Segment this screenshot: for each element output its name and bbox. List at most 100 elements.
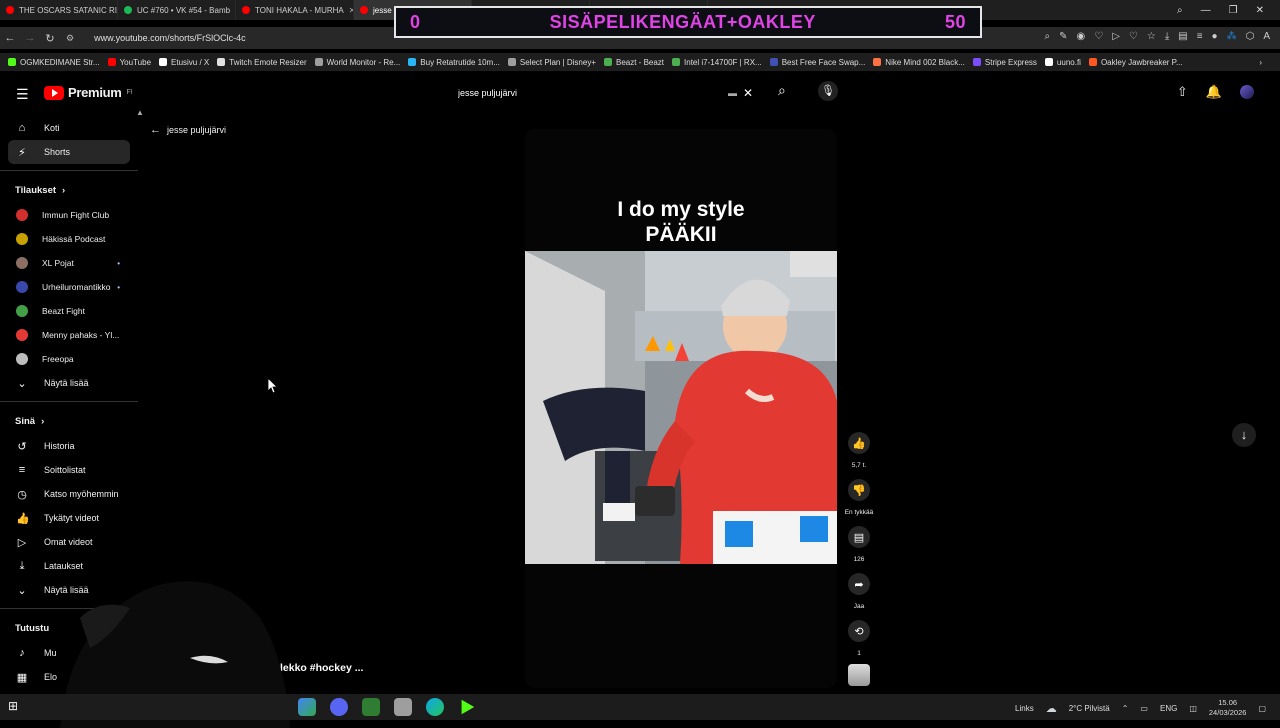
bookmark-item[interactable]: Twitch Emote Resizer: [217, 58, 307, 67]
notifications-tray-icon[interactable]: ▢: [1258, 704, 1266, 713]
bookmark-item[interactable]: YouTube: [107, 58, 151, 67]
profile-icon[interactable]: ●: [1212, 31, 1218, 42]
links-toolbar[interactable]: Links: [1015, 704, 1034, 713]
subscriptions-heading[interactable]: Tilaukset ›: [0, 177, 138, 203]
youtube-premium-logo[interactable]: Premium FI: [44, 85, 133, 100]
kick-icon[interactable]: [461, 699, 475, 715]
ai-icon[interactable]: A: [1263, 31, 1270, 42]
notifications-icon[interactable]: 🔔: [1206, 84, 1222, 100]
app-icon[interactable]: [394, 698, 412, 716]
show-more-subscriptions[interactable]: ⌄ Näytä lisää: [0, 371, 138, 395]
subscription-item[interactable]: Freeopa: [0, 347, 138, 371]
search-input[interactable]: [448, 82, 728, 104]
downloads-icon[interactable]: ⤓: [1165, 31, 1169, 42]
comments-button[interactable]: ▤ 126: [848, 526, 870, 563]
minimize-icon[interactable]: —: [1201, 5, 1211, 16]
zoom-icon[interactable]: ⌕: [1044, 31, 1050, 42]
logo-country: FI: [126, 89, 133, 96]
you-heading[interactable]: Sinä ›: [0, 408, 138, 434]
network-icon[interactable]: ◫: [1189, 704, 1197, 713]
browser-tab[interactable]: THE OSCARS SATANIC RIT✕: [0, 0, 118, 20]
edge-icon[interactable]: [426, 698, 444, 716]
window-controls: ⌕ — ❐ ✕: [1177, 0, 1280, 20]
sidebar-item-home[interactable]: ⌂ Koti: [0, 116, 138, 140]
clear-search-icon[interactable]: ✕: [743, 86, 753, 100]
browser-tab[interactable]: TONI HAKALA - MURHA✕: [236, 0, 354, 20]
bookmark-item[interactable]: Stripe Express: [972, 58, 1037, 67]
puzzle-icon[interactable]: ⬡: [1246, 31, 1255, 42]
bookmark-item[interactable]: Intel i7-14700F | RX...: [672, 58, 762, 67]
video-frame[interactable]: [525, 251, 837, 564]
short-title-overlay[interactable]: lekko #hockey ...: [280, 662, 363, 674]
upload-icon[interactable]: ⇧: [1177, 84, 1188, 100]
sidebar-item-history[interactable]: ↺ Historia: [0, 434, 138, 458]
back-to-search[interactable]: ← jesse puljujärvi: [150, 124, 226, 136]
bookmark-item[interactable]: Etusivu / X: [159, 58, 209, 67]
bookmark-icon[interactable]: ☆: [1147, 31, 1156, 42]
avatar[interactable]: [1240, 85, 1254, 99]
sidebar-item-playlists[interactable]: ≡ Soittolistat: [0, 458, 138, 482]
back-nav-icon[interactable]: ←: [0, 32, 20, 44]
remix-button[interactable]: ⟲ 1: [848, 620, 870, 657]
forward-nav-icon[interactable]: →: [20, 32, 40, 44]
bookmark-item[interactable]: Beazt - Beazt: [604, 58, 664, 67]
browser-tab[interactable]: UC #760 • VK #54 - Bamb✕: [118, 0, 236, 20]
sidebar-item-shorts[interactable]: ⚡ Shorts: [8, 140, 130, 164]
subscription-item[interactable]: Beazt Fight: [0, 299, 138, 323]
subscription-item[interactable]: Immun Fight Club: [0, 203, 138, 227]
sidebar-item-download[interactable]: ⤓ Lataukset: [0, 554, 138, 578]
bookmark-item[interactable]: Select Plan | Disney+: [507, 58, 596, 67]
app-icon[interactable]: [362, 698, 380, 716]
menu-icon[interactable]: ≡: [1197, 31, 1203, 42]
bookmark-item[interactable]: Nike Mind 002 Black...: [873, 58, 965, 67]
edit-icon[interactable]: ✎: [1059, 31, 1067, 42]
app-icon[interactable]: [298, 698, 316, 716]
extension-icon[interactable]: ⁂: [1227, 31, 1237, 42]
reload-icon[interactable]: ↻: [40, 32, 60, 45]
dislike-button[interactable]: 👎 En tykkää: [845, 479, 873, 516]
more-bookmarks-icon[interactable]: ›: [1259, 58, 1262, 67]
sidebar-item-video[interactable]: ▷ Omat videot: [0, 530, 138, 554]
battery-icon[interactable]: ▭: [1140, 704, 1148, 713]
discord-icon[interactable]: [330, 698, 348, 716]
sidebar-item-thumb-up[interactable]: 👍 Tykätyt videot: [0, 506, 138, 530]
share-button[interactable]: ➦ Jaa: [848, 573, 870, 610]
microphone-icon[interactable]: 🎙: [818, 81, 838, 101]
hamburger-menu-icon[interactable]: ☰: [16, 86, 29, 103]
favorite-icon[interactable]: ♡: [1129, 31, 1138, 42]
heart-icon[interactable]: ♡: [1094, 31, 1103, 42]
weather-text[interactable]: 2°C Pilvistä: [1069, 704, 1110, 713]
bookmark-item[interactable]: Best Free Face Swap...: [769, 58, 865, 67]
url-field[interactable]: www.youtube.com/shorts/FrSlOClc-4c: [94, 33, 246, 43]
bookmark-item[interactable]: Oakley Jawbreaker P...: [1088, 58, 1183, 67]
subscription-item[interactable]: Häkissä Podcast: [0, 227, 138, 251]
camera-icon[interactable]: ◉: [1076, 31, 1085, 42]
keyboard-icon[interactable]: ▬: [728, 88, 737, 98]
share-icon: ➦: [848, 573, 870, 595]
sidebar-item-clock[interactable]: ◷ Katso myöhemmin: [0, 482, 138, 506]
maximize-icon[interactable]: ❐: [1229, 5, 1238, 16]
clock[interactable]: 15.06 24/03/2026: [1209, 698, 1247, 718]
bookmark-favicon-icon: [1088, 58, 1097, 66]
subscription-item[interactable]: Urheiluromantikko •: [0, 275, 138, 299]
tray-chevron-icon[interactable]: ⌃: [1122, 704, 1129, 713]
bookmark-item[interactable]: OGMKEDIMANE Str...: [8, 58, 100, 67]
language-indicator[interactable]: ENG: [1160, 704, 1177, 713]
bookmark-item[interactable]: Buy Retatrutide 10m...: [408, 58, 500, 67]
search-tabs-icon[interactable]: ⌕: [1177, 5, 1183, 16]
like-button[interactable]: 👍 5,7 t.: [848, 432, 870, 469]
channel-avatar: [16, 281, 28, 293]
subscription-item[interactable]: Menny pahaks - Yl...: [0, 323, 138, 347]
shorts-player[interactable]: I do my style PÄÄKII: [525, 129, 837, 688]
windows-start-icon[interactable]: ⊞: [8, 699, 24, 715]
next-short-button[interactable]: ↓: [1232, 423, 1256, 447]
collections-icon[interactable]: ▤: [1178, 31, 1187, 42]
bookmark-item[interactable]: uuno.fi: [1044, 58, 1081, 67]
close-window-icon[interactable]: ✕: [1256, 5, 1264, 16]
bookmark-item[interactable]: World Monitor - Re...: [314, 58, 400, 67]
site-info-icon[interactable]: ⚙: [66, 33, 74, 44]
sound-thumbnail[interactable]: [848, 664, 870, 686]
play-icon[interactable]: ▷: [1112, 31, 1120, 42]
subscription-item[interactable]: XL Pojat •: [0, 251, 138, 275]
search-icon[interactable]: ⌕: [778, 82, 786, 99]
